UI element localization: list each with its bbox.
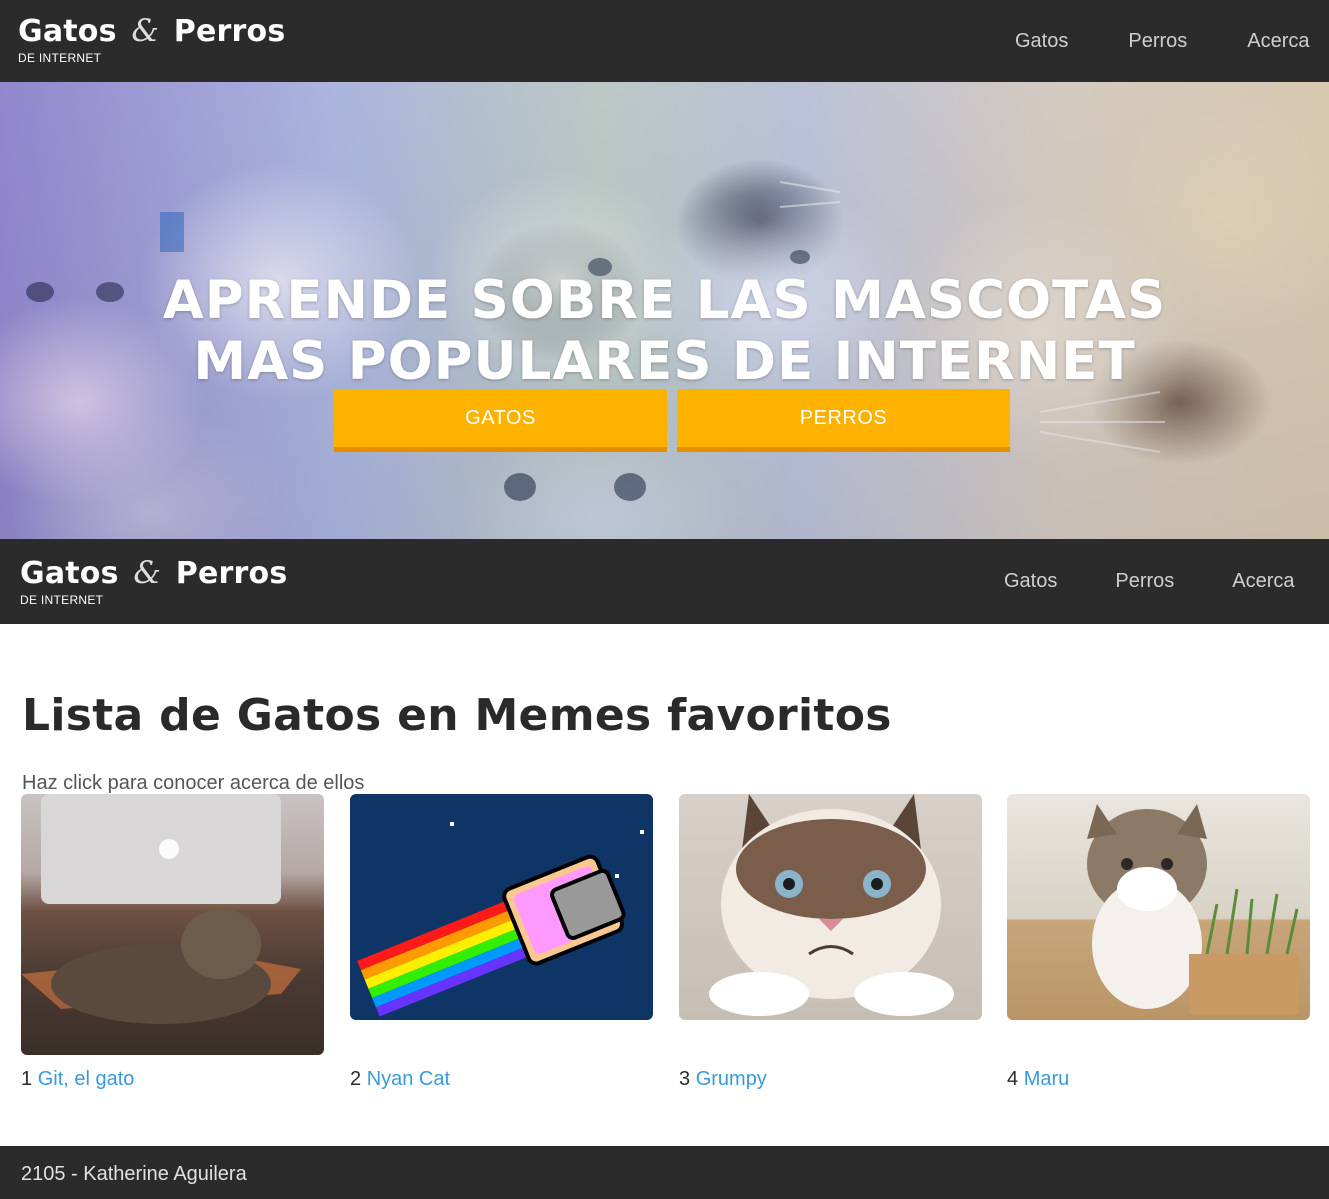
brand-name-perros: Perros <box>175 556 288 591</box>
cat-number: 3 <box>679 1068 691 1090</box>
perros-button[interactable]: PERROS <box>677 389 1010 452</box>
cat-number: 2 <box>350 1068 362 1090</box>
brand-ampersand: & <box>131 13 160 49</box>
cat-card-nyan[interactable]: 2 Nyan Cat <box>350 794 653 1090</box>
nav-link-acerca[interactable]: Acerca <box>1247 30 1309 53</box>
brand-name: Gatos & Perros <box>18 14 285 49</box>
brand-name: Gatos & Perros <box>20 556 287 591</box>
nav-link-perros[interactable]: Perros <box>1128 30 1187 53</box>
nav-link-gatos[interactable]: Gatos <box>1015 30 1068 53</box>
footer-text: 2105 - Katherine Aguilera <box>21 1163 247 1185</box>
nav-links: Gatos Perros Acerca <box>1015 0 1310 82</box>
hero-title-line1: APRENDE SOBRE LAS MASCOTAS <box>162 270 1167 331</box>
gatos-button[interactable]: GATOS <box>334 389 667 452</box>
nav-links-secondary: Gatos Perros Acerca <box>1004 539 1295 624</box>
hero-title-line2: MAS POPULARES DE INTERNET <box>193 331 1136 392</box>
page-subtitle: Haz click para conocer acerca de ellos <box>22 772 365 794</box>
brand-name-gatos: Gatos <box>20 556 119 591</box>
page-title: Lista de Gatos en Memes favoritos <box>22 690 892 741</box>
grumpy-cat-illustration <box>709 794 954 1016</box>
cat-image-maru[interactable] <box>1007 794 1310 1020</box>
hero-title: APRENDE SOBRE LAS MASCOTAS MAS POPULARES… <box>0 270 1329 392</box>
brand-logo-secondary[interactable]: Gatos & Perros DE INTERNET <box>20 556 287 607</box>
cat-caption: 4 Maru <box>1007 1068 1069 1091</box>
brand-logo[interactable]: Gatos & Perros DE INTERNET <box>18 14 285 65</box>
cat-link-grumpy[interactable]: Grumpy <box>696 1068 767 1090</box>
cat-link-git[interactable]: Git, el gato <box>38 1068 135 1090</box>
brand-ampersand: & <box>133 555 162 591</box>
hero-banner: APRENDE SOBRE LAS MASCOTAS MAS POPULARES… <box>0 82 1329 539</box>
nav-link-perros[interactable]: Perros <box>1115 570 1174 593</box>
top-navbar: Gatos & Perros DE INTERNET Gatos Perros … <box>0 0 1329 82</box>
cat-caption: 3 Grumpy <box>679 1068 767 1091</box>
cat-image-git[interactable] <box>21 794 324 1055</box>
nyan-cat-illustration <box>357 822 644 1017</box>
cat-image-nyan[interactable] <box>350 794 653 1020</box>
cat-caption: 2 Nyan Cat <box>350 1068 450 1091</box>
brand-name-perros: Perros <box>173 14 286 49</box>
brand-subtitle: DE INTERNET <box>18 51 102 65</box>
brand-subtitle: DE INTERNET <box>20 593 104 607</box>
maru-cat-illustration <box>1087 804 1299 1014</box>
footer: 2105 - Katherine Aguilera <box>0 1146 1329 1199</box>
cat-card-maru[interactable]: 4 Maru <box>1007 794 1310 1090</box>
cat-number: 4 <box>1007 1068 1019 1090</box>
cat-link-nyan[interactable]: Nyan Cat <box>367 1068 450 1090</box>
nav-link-acerca[interactable]: Acerca <box>1232 570 1294 593</box>
brand-name-gatos: Gatos <box>18 14 117 49</box>
cat-link-maru[interactable]: Maru <box>1024 1068 1070 1090</box>
cat-image-grumpy[interactable] <box>679 794 982 1020</box>
cat-card-grumpy[interactable]: 3 Grumpy <box>679 794 982 1090</box>
git-cat-illustration <box>21 794 301 1024</box>
cat-number: 1 <box>21 1068 33 1090</box>
nav-link-gatos[interactable]: Gatos <box>1004 570 1057 593</box>
cat-card-git[interactable]: 1 Git, el gato <box>21 794 324 1090</box>
cat-caption: 1 Git, el gato <box>21 1068 134 1091</box>
